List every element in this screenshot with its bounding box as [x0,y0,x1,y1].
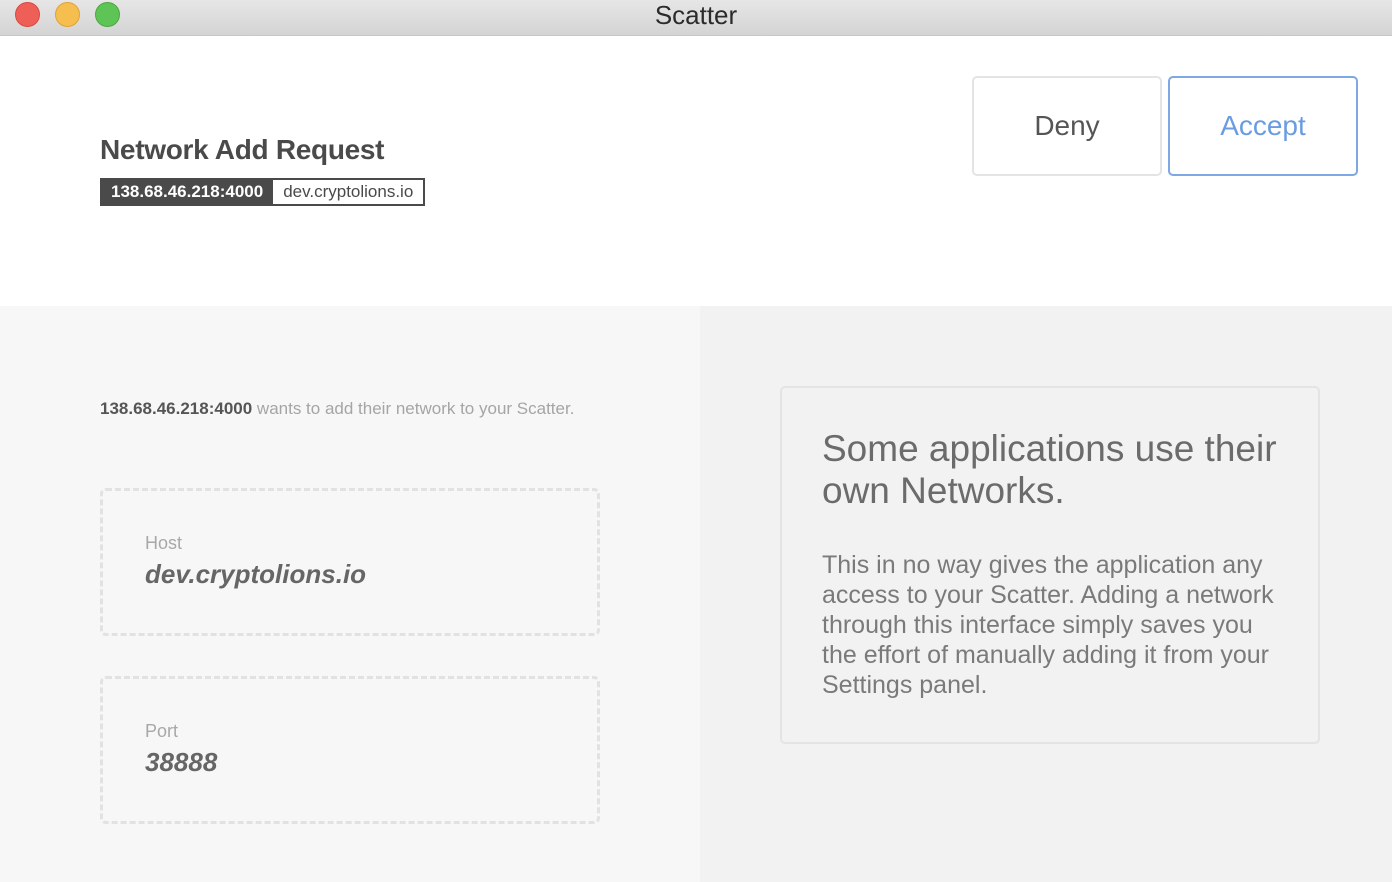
network-tag: 138.68.46.218:4000 dev.cryptolions.io [100,178,426,206]
request-description: 138.68.46.218:4000 wants to add their ne… [100,396,600,422]
port-field-value: 38888 [145,747,218,777]
page-title: Network Add Request [100,134,385,165]
port-field-box: Port 38888 [100,676,600,824]
deny-button[interactable]: Deny [972,76,1162,176]
window-titlebar: Scatter [0,0,1392,36]
info-card: Some applications use their own Networks… [780,386,1320,744]
host-field-box: Host dev.cryptolions.io [100,488,600,636]
port-field-label: Port [145,721,179,741]
accept-button[interactable]: Accept [1168,76,1358,176]
info-body: This in no way gives the application any… [822,551,1274,699]
network-ip-label: 138.68.46.218:4000 [102,180,274,204]
host-field-value: dev.cryptolions.io [145,559,367,589]
window-title: Scatter [654,0,738,30]
info-panel: Some applications use their own Networks… [700,306,1392,882]
request-header: Network Add Request 138.68.46.218:4000 d… [0,36,1392,306]
host-field-label: Host [145,533,183,553]
request-details-panel: 138.68.46.218:4000 wants to add their ne… [0,306,700,882]
network-host-label: dev.cryptolions.io [273,180,424,204]
info-heading: Some applications use their own Networks… [822,428,1277,511]
request-origin: 138.68.46.218:4000 [100,399,253,418]
request-message: wants to add their network to your Scatt… [252,399,575,418]
